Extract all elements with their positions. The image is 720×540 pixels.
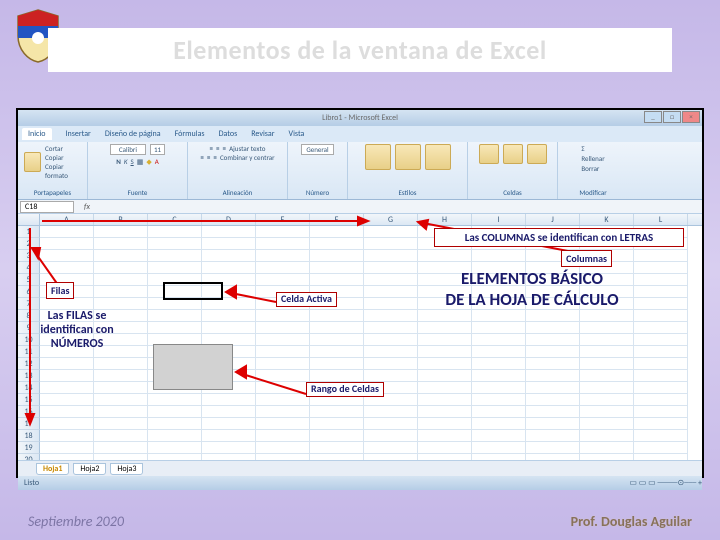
rows-note: Las FILAS se identifican con NÚMEROS [22, 310, 132, 351]
delete-cells-icon[interactable] [503, 144, 523, 164]
align-right-icon[interactable]: ≡ [213, 153, 217, 162]
tab-formulas[interactable]: Fórmulas [175, 129, 205, 139]
format-painter-label[interactable]: Copiar formato [45, 162, 81, 180]
sheet-tab-1[interactable]: Hoja1 [36, 463, 69, 475]
bold-icon[interactable]: N [116, 157, 121, 166]
group-celdas: Celdas [468, 142, 558, 199]
close-button[interactable]: × [682, 111, 700, 123]
align-top-icon[interactable]: ≡ [210, 144, 214, 153]
columns-note: Las COLUMNAS se identifican con LETRAS [434, 228, 684, 247]
tab-inicio[interactable]: Inicio [22, 128, 52, 140]
tab-revisar[interactable]: Revisar [251, 129, 274, 139]
paste-icon[interactable] [24, 152, 41, 172]
font-size-selector[interactable]: 11 [150, 144, 165, 155]
formula-bar: C18 fx [18, 200, 702, 214]
font-name-selector[interactable]: Calibri [110, 144, 146, 155]
tab-diseno[interactable]: Diseño de página [105, 129, 161, 139]
active-cell-label: Celda Activa [276, 292, 337, 307]
ribbon: Cortar Copiar Copiar formato Portapapele… [18, 142, 702, 200]
slide-title: Elementos de la ventana de Excel [173, 34, 547, 66]
underline-icon[interactable]: S [130, 157, 133, 166]
ribbon-tabs: Inicio Insertar Diseño de página Fórmula… [18, 126, 702, 142]
spreadsheet-grid[interactable]: A B C D E F G H I J K L 1234567891011121… [18, 214, 702, 460]
columns-label: Columnas [561, 250, 612, 267]
subtitle-line2: DE LA HOJA DE CÁLCULO [402, 289, 662, 310]
tab-datos[interactable]: Datos [219, 129, 238, 139]
align-center-icon[interactable]: ≡ [207, 153, 211, 162]
title-bar: Elementos de la ventana de Excel [48, 28, 672, 72]
group-fuente: Calibri 11 N K S ▦ ◆ A Fuente [88, 142, 188, 199]
format-cells-icon[interactable] [527, 144, 547, 164]
sheet-tab-3[interactable]: Hoja3 [110, 463, 143, 475]
clear-label[interactable]: Borrar [581, 164, 599, 173]
footer-author: Prof. Douglas Aguilar [571, 513, 692, 530]
maximize-button[interactable]: □ [663, 111, 681, 123]
subtitle-line1: ELEMENTOS BÁSICO [402, 268, 662, 289]
footer-date: Septiembre 2020 [28, 513, 124, 530]
insert-cells-icon[interactable] [479, 144, 499, 164]
align-left-icon[interactable]: ≡ [200, 153, 204, 162]
range-label: Rango de Celdas [306, 382, 384, 397]
merge-center-label[interactable]: Combinar y centrar [220, 153, 275, 162]
tab-vista[interactable]: Vista [289, 129, 305, 139]
tab-insertar[interactable]: Insertar [66, 129, 91, 139]
copy-label[interactable]: Copiar [45, 153, 81, 162]
number-format-selector[interactable]: General [301, 144, 333, 155]
autosum-label[interactable]: Σ [581, 144, 584, 153]
sheet-tab-2[interactable]: Hoja2 [73, 463, 106, 475]
group-portapapeles: Cortar Copiar Copiar formato Portapapele… [18, 142, 88, 199]
italic-icon[interactable]: K [124, 157, 128, 166]
status-text: Listo [24, 476, 39, 490]
border-icon[interactable]: ▦ [137, 157, 144, 166]
group-modificar: Σ Rellenar Borrar Modificar [558, 142, 628, 199]
align-middle-icon[interactable]: ≡ [216, 144, 220, 153]
zoom-controls[interactable]: ▭ ▭ ▭ ─────⊙─── + [629, 476, 702, 490]
minimize-button[interactable]: _ [644, 111, 662, 123]
wrap-text-label[interactable]: Ajustar texto [229, 144, 265, 153]
cell-styles-icon[interactable] [425, 144, 451, 170]
excel-window: Libro1 - Microsoft Excel _ □ × Inicio In… [16, 108, 704, 478]
fx-icon[interactable]: fx [84, 202, 90, 212]
window-title: Libro1 - Microsoft Excel [322, 113, 398, 123]
rows-label: Filas [46, 282, 74, 299]
group-estilos: Estilos [348, 142, 468, 199]
group-alineacion: ≡ ≡ ≡ Ajustar texto ≡ ≡ ≡ Combinar y cen… [188, 142, 288, 199]
table-format-icon[interactable] [395, 144, 421, 170]
conditional-format-icon[interactable] [365, 144, 391, 170]
excel-titlebar: Libro1 - Microsoft Excel _ □ × [18, 110, 702, 126]
fill-label[interactable]: Rellenar [581, 154, 604, 163]
group-numero: General Número [288, 142, 348, 199]
fill-icon[interactable]: ◆ [146, 157, 151, 166]
sheet-tabs: Hoja1 Hoja2 Hoja3 [18, 460, 702, 476]
name-box[interactable]: C18 [20, 201, 74, 213]
cut-label[interactable]: Cortar [45, 144, 81, 153]
font-color-icon[interactable]: A [155, 157, 159, 166]
status-bar: Listo ▭ ▭ ▭ ─────⊙─── + [18, 476, 702, 490]
align-bottom-icon[interactable]: ≡ [223, 144, 227, 153]
